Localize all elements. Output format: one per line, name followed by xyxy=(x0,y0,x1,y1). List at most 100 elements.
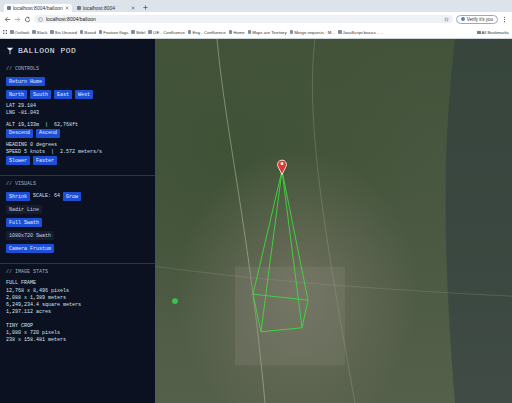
visual-toggle[interactable]: Full Swath xyxy=(6,218,42,227)
avatar-icon xyxy=(461,17,465,21)
bookmark-label: Merge requests · M... xyxy=(294,30,335,35)
bookmark-item[interactable]: Sis Unused xyxy=(50,30,76,35)
stats-line: 12,768 x 8,496 pixels xyxy=(6,288,149,295)
address-bar[interactable]: localhost:8004/balloon xyxy=(34,15,453,23)
bookmark-icon xyxy=(99,30,103,34)
bookmark-label: Board xyxy=(84,30,95,35)
stats-group: TINY CROP1,080 x 720 pixels238 x 158.481… xyxy=(6,323,149,345)
bookmark-icon xyxy=(248,30,252,34)
bookmark-label: LIE - Confluence xyxy=(153,30,185,35)
altitude: ALT 19,133m | 62,768ft xyxy=(6,122,149,129)
tab-label: localhost:8004 xyxy=(83,5,129,11)
section-heading: // IMAGE STATS xyxy=(6,269,149,275)
bookmark-icon xyxy=(188,30,192,34)
profile-label: Verify it's you xyxy=(467,17,493,22)
bookmark-label: JavaScript basics - ... xyxy=(343,30,384,35)
stats-group-title: TINY CROP xyxy=(6,323,149,330)
apps-grid-icon[interactable] xyxy=(3,30,7,34)
site-info-icon[interactable] xyxy=(38,17,43,22)
balloon-icon xyxy=(6,47,14,55)
bookmark-item[interactable]: Board xyxy=(80,30,96,35)
stats-group-title: FULL FRAME xyxy=(6,280,149,287)
bookmark-icon xyxy=(80,30,84,34)
direction-button[interactable]: North xyxy=(6,90,27,99)
longitude: LNG -81.043 xyxy=(6,110,149,117)
profile-button[interactable]: Verify it's you xyxy=(456,15,498,24)
favicon-icon xyxy=(77,6,81,10)
map-overlay xyxy=(155,39,512,403)
folder-icon xyxy=(477,31,481,34)
panel-title: BALLOON POD xyxy=(0,44,155,61)
altitude-button[interactable]: Ascend xyxy=(36,129,60,138)
bookmark-icon xyxy=(10,30,14,34)
star-icon[interactable] xyxy=(444,17,449,22)
all-bookmarks[interactable]: All Bookmarks xyxy=(477,30,509,35)
address-text: localhost:8004/balloon xyxy=(46,16,96,22)
stats-line: 1,080 x 720 pixels xyxy=(6,330,149,337)
stats-group: FULL FRAME12,768 x 8,496 pixels2,088 x 1… xyxy=(6,280,149,316)
bookmark-label: Maps are Territory xyxy=(252,30,287,35)
all-bookmarks-label: All Bookmarks xyxy=(482,30,509,35)
stats-line: 238 x 158.481 meters xyxy=(6,337,149,344)
bookmark-icon xyxy=(229,30,233,34)
image-stats-section: // IMAGE STATS FULL FRAME12,768 x 8,496 p… xyxy=(0,263,155,356)
close-icon[interactable] xyxy=(131,6,135,10)
plus-icon[interactable] xyxy=(143,5,148,10)
bookmark-icon xyxy=(148,30,152,34)
menu-dots-icon[interactable] xyxy=(501,16,508,23)
grow-button[interactable]: Grow xyxy=(63,192,81,201)
bookmark-item[interactable]: JavaScript basics - ... xyxy=(338,30,383,35)
direction-button[interactable]: South xyxy=(30,90,51,99)
tab-bar: localhost:8004/balloon localhost:8004 xyxy=(0,0,512,12)
visual-toggle[interactable]: Camera Frustum xyxy=(6,244,54,253)
bookmark-item[interactable]: LIE - Confluence xyxy=(148,30,185,35)
section-heading: // VISUALS xyxy=(6,181,149,187)
city-area xyxy=(235,267,345,366)
bookmark-item[interactable]: Outlook xyxy=(10,30,29,35)
bookmarks-bar: Outlook Slack Sis Unused Board Feature flags… xyxy=(0,26,512,39)
browser-tab[interactable]: localhost:8004/balloon xyxy=(4,4,72,12)
tab-label: localhost:8004/balloon xyxy=(13,5,63,11)
park-marker-icon xyxy=(172,298,178,304)
close-icon[interactable] xyxy=(65,6,69,10)
bookmark-item[interactable]: Eng - Confluence xyxy=(188,30,226,35)
speed-button[interactable]: Slower xyxy=(6,156,30,165)
direction-button[interactable]: East xyxy=(54,90,72,99)
bookmark-icon xyxy=(290,30,294,34)
shrink-button[interactable]: Shrink xyxy=(6,192,30,201)
bookmark-icon xyxy=(32,30,36,34)
stats-line: 1,297.112 acres xyxy=(6,309,149,316)
control-panel: BALLOON POD// CONTROLSReturn HomeNorthSo… xyxy=(0,39,155,403)
visual-toggle[interactable]: Nadir Line xyxy=(6,205,42,214)
bookmark-label: Home xyxy=(233,30,244,35)
bookmark-label: Stifel xyxy=(136,30,146,35)
bookmark-item[interactable]: Home xyxy=(229,30,245,35)
favicon-icon xyxy=(7,6,11,10)
back-arrow-icon[interactable] xyxy=(4,16,11,23)
reload-icon[interactable] xyxy=(24,16,31,23)
altitude-button[interactable]: Descend xyxy=(6,129,33,138)
visual-toggle[interactable]: 1080x720 Swath xyxy=(6,231,54,240)
bookmark-label: Slack xyxy=(37,30,48,35)
scale-reading: SCALE: 64 xyxy=(33,193,60,200)
bookmark-item[interactable]: Slack xyxy=(32,30,47,35)
stats-line: 6,249,234.4 square meters xyxy=(6,302,149,309)
satellite-map[interactable] xyxy=(155,39,512,403)
bookmark-item[interactable]: Feature flags xyxy=(99,30,129,35)
balloon-pin-icon[interactable] xyxy=(278,160,287,174)
bookmark-item[interactable]: Maps are Territory xyxy=(248,30,287,35)
bookmark-item[interactable]: Merge requests · M... xyxy=(290,30,335,35)
bookmark-item[interactable]: Stifel xyxy=(131,30,145,35)
speed-button[interactable]: Faster xyxy=(33,156,57,165)
camera-frustum xyxy=(253,171,308,332)
controls-section: // CONTROLSReturn HomeNorthSouthEastWest… xyxy=(0,61,155,175)
heading-reading: HEADING 0 degrees xyxy=(6,142,149,149)
return-home-button[interactable]: Return Home xyxy=(6,77,45,86)
direction-button[interactable]: West xyxy=(75,90,93,99)
browser-tab[interactable]: localhost:8004 xyxy=(74,4,138,12)
speed-reading: SPEED 5 knots | 2.572 meters/s xyxy=(6,149,149,156)
forward-arrow-icon[interactable] xyxy=(14,16,21,23)
bookmark-icon xyxy=(338,30,342,34)
bookmark-icon xyxy=(50,30,54,34)
bookmark-label: Sis Unused xyxy=(55,30,77,35)
